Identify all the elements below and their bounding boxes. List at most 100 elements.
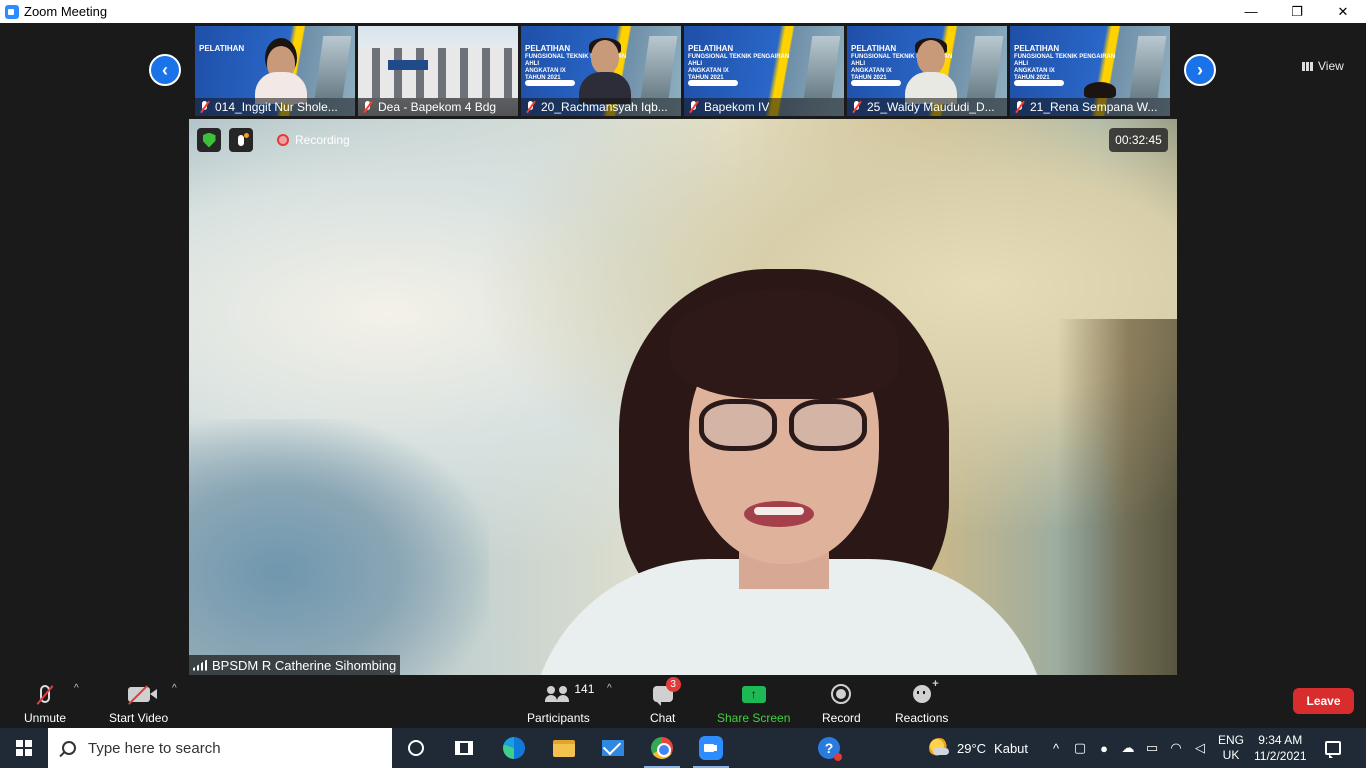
reactions-button[interactable]: Reactions (895, 678, 949, 725)
participant-name: Bapekom IV (704, 100, 770, 114)
record-label: Record (822, 711, 861, 725)
signal-strength-icon (193, 659, 207, 671)
participant-name: 21_Rena Sempana W... (1030, 100, 1158, 114)
participant-thumbnail[interactable]: PELATIHAN 014_Inggit Nur Shole... (195, 26, 355, 116)
recording-indicator[interactable]: Recording (277, 133, 350, 147)
participant-video (253, 38, 309, 104)
gallery-strip: ‹ PELATIHAN 014_Inggit Nur Shole... Dea … (0, 23, 1366, 119)
participant-video (903, 38, 959, 104)
mail-taskbar-button[interactable] (589, 728, 637, 768)
view-label: View (1318, 59, 1344, 73)
search-placeholder: Type here to search (88, 739, 221, 757)
start-video-button[interactable]: Start Video (109, 679, 168, 725)
help-taskbar-button[interactable]: ? (805, 728, 853, 768)
volume-icon[interactable]: ◁ (1189, 740, 1211, 756)
language-indicator[interactable]: ENG UK (1218, 728, 1244, 768)
minimize-button[interactable]: — (1228, 0, 1274, 23)
speaker-figure (529, 269, 1049, 675)
share-screen-button[interactable]: ↑ Share Screen (717, 679, 790, 725)
weather-temperature: 29°C (957, 740, 987, 756)
participant-thumbnail[interactable]: PELATIHAN FUNGSIONAL TEKNIK PENGAIRAN AH… (847, 26, 1007, 116)
start-video-label: Start Video (109, 711, 169, 725)
window-controls: — ❐ ✕ (1228, 0, 1366, 23)
reactions-icon (912, 678, 939, 703)
weather-widget[interactable]: 29°C Kabut (929, 728, 1028, 768)
edge-icon (503, 737, 525, 759)
chat-label: Chat (650, 711, 676, 725)
clock-date: 11/2/2021 (1254, 749, 1307, 763)
title-bar: Zoom Meeting — ❐ ✕ (0, 0, 1366, 23)
start-button[interactable] (0, 728, 48, 768)
cortana-button[interactable] (392, 728, 440, 768)
speaker-name: BPSDM R Catherine Sihombing (212, 657, 397, 673)
participant-name: 014_Inggit Nur Shole... (215, 100, 338, 114)
gallery-view-icon (1302, 61, 1313, 71)
participant-label: Dea - Bapekom 4 Bdg (358, 98, 518, 116)
folder-icon (553, 739, 575, 757)
participant-thumbnail[interactable]: PELATIHAN FUNGSIONAL TEKNIK PENGAIRAN AH… (521, 26, 681, 116)
show-hidden-icons-button[interactable]: ^ (1045, 741, 1067, 756)
zoom-icon (699, 736, 723, 760)
participant-name: 20_Rachmansyah Iqb... (541, 100, 668, 114)
microphone-tray-icon[interactable]: ● (1093, 741, 1115, 756)
cortana-icon (408, 740, 424, 756)
close-button[interactable]: ✕ (1320, 0, 1366, 23)
record-button[interactable]: Record (822, 679, 861, 725)
system-tray: ^ ▢ ● ☁ ▭ ◠ ◁ (1045, 728, 1211, 768)
leave-button[interactable]: Leave (1293, 688, 1354, 714)
participants-options-caret[interactable]: ^ (607, 683, 612, 694)
participant-thumbnail[interactable]: PELATIHAN FUNGSIONAL TEKNIK PENGAIRAN AH… (1010, 26, 1170, 116)
share-screen-label: Share Screen (717, 711, 791, 725)
participant-thumbnail[interactable]: PELATIHAN FUNGSIONAL TEKNIK PENGAIRAN AH… (684, 26, 844, 116)
notification-icon (1325, 741, 1341, 758)
shield-icon (202, 132, 216, 148)
video-options-caret[interactable]: ^ (172, 683, 177, 694)
taskbar-clock[interactable]: 9:34 AM 11/2/2021 (1254, 728, 1307, 768)
chat-button[interactable]: 3 Chat (650, 677, 681, 725)
participant-name: Dea - Bapekom 4 Bdg (378, 100, 497, 114)
participant-label: 014_Inggit Nur Shole... (195, 98, 355, 116)
chrome-taskbar-button[interactable] (638, 728, 686, 768)
participant-thumbnail[interactable]: Dea - Bapekom 4 Bdg (358, 26, 518, 116)
restore-button[interactable]: ❐ (1274, 0, 1320, 23)
muted-mic-icon (40, 685, 51, 703)
participants-button[interactable]: 141 Participants (527, 679, 594, 725)
gallery-next-button[interactable]: › (1184, 54, 1216, 86)
task-view-button[interactable] (440, 728, 488, 768)
view-button[interactable]: View (1302, 55, 1344, 77)
reactions-label: Reactions (895, 711, 949, 725)
audio-status-button[interactable] (229, 128, 253, 152)
zoom-app-icon (5, 4, 19, 19)
participants-icon (545, 686, 569, 702)
active-speaker-video (189, 119, 1177, 675)
notification-center-button[interactable] (1325, 728, 1341, 768)
muted-mic-icon (688, 101, 700, 113)
file-explorer-taskbar-button[interactable] (540, 728, 588, 768)
record-icon (831, 684, 852, 704)
meeting-timer: 00:32:45 (1109, 128, 1168, 152)
meet-now-icon[interactable]: ▢ (1069, 740, 1091, 756)
speaker-name-label: BPSDM R Catherine Sihombing (189, 655, 401, 675)
chrome-icon (651, 737, 673, 759)
unmute-label: Unmute (24, 711, 67, 725)
audio-options-caret[interactable]: ^ (74, 683, 79, 694)
recording-label: Recording (295, 133, 350, 147)
unmute-button[interactable]: Unmute (24, 679, 66, 725)
security-info-button[interactable] (197, 128, 221, 152)
meeting-status-overlay: Recording (197, 128, 350, 152)
share-screen-icon: ↑ (741, 685, 766, 703)
wifi-icon[interactable]: ◠ (1165, 740, 1187, 756)
clock-time: 9:34 AM (1258, 733, 1303, 747)
edge-taskbar-button[interactable] (490, 728, 538, 768)
taskbar-search[interactable]: Type here to search (48, 728, 392, 768)
muted-mic-icon (525, 101, 537, 113)
help-icon: ? (818, 737, 842, 761)
weather-description: Kabut (994, 740, 1029, 756)
battery-icon[interactable]: ▭ (1141, 740, 1163, 756)
onedrive-icon[interactable]: ☁ (1117, 740, 1139, 756)
mic-icon (238, 132, 249, 146)
zoom-taskbar-button[interactable] (687, 728, 735, 768)
weather-icon (929, 738, 949, 758)
participants-label: Participants (527, 711, 590, 725)
gallery-prev-button[interactable]: ‹ (149, 54, 181, 86)
